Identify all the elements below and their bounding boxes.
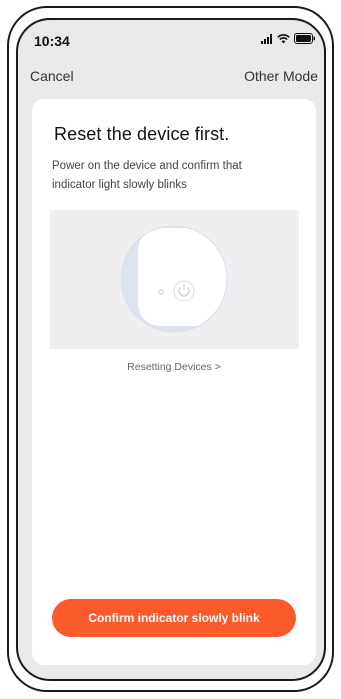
card-title: Reset the device first. [54,124,230,144]
cancel-button[interactable]: Cancel [30,68,74,84]
confirm-indicator-blink-button[interactable]: Confirm indicator slowly blink [52,599,296,637]
battery-icon [294,33,315,44]
navigation-bar: Cancel Other Mode [18,66,324,90]
card-description: Power on the device and confirm that ind… [52,160,242,191]
reset-instructions-card: Reset the device first. Power on the dev… [32,99,316,665]
status-bar: 10:34 [18,20,324,60]
device-illustration-graphic [120,225,228,333]
cellular-signal-icon [261,33,272,44]
status-time: 10:34 [34,33,70,49]
status-icons [261,33,316,44]
app-screen: 10:34 Cancel Other Mode Reset the device… [16,18,326,681]
wifi-icon [277,33,290,43]
other-mode-button[interactable]: Other Mode [244,68,318,84]
resetting-devices-link[interactable]: Resetting Devices > [32,361,316,373]
device-illustration [50,210,299,349]
